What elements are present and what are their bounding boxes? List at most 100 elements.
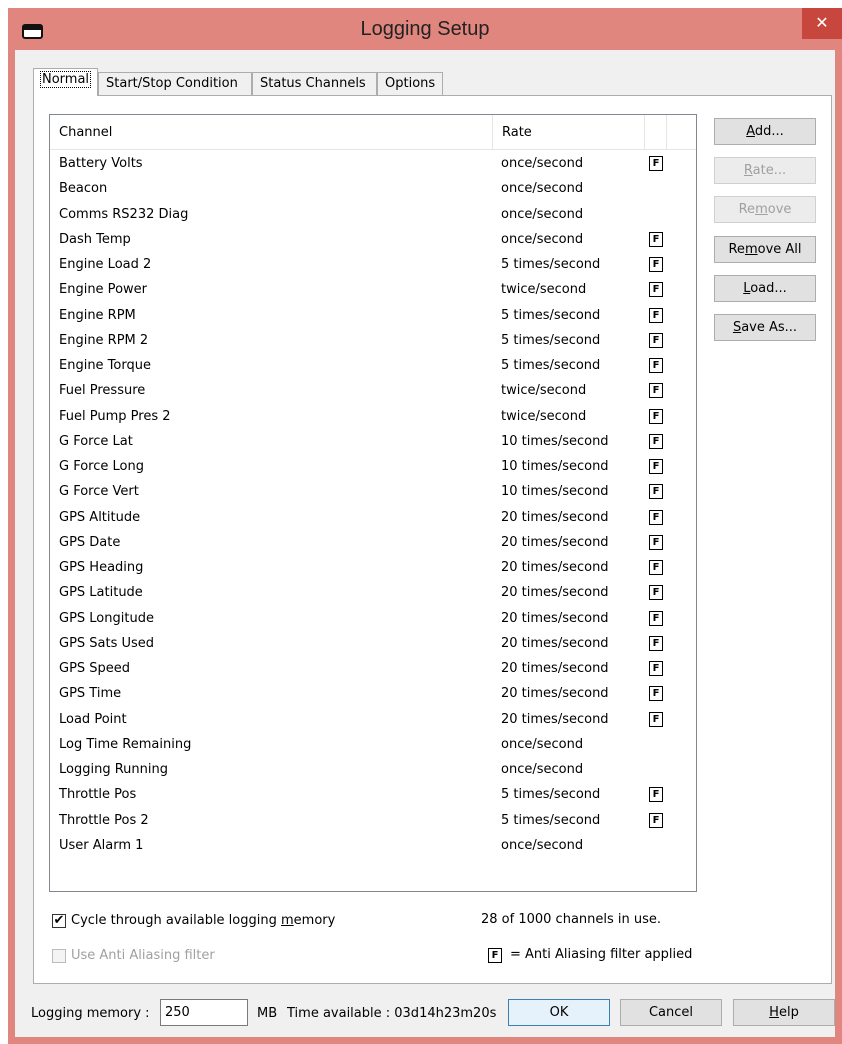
cancel-button[interactable]: Cancel <box>620 999 722 1026</box>
logging-memory-input[interactable]: 250 <box>160 999 248 1026</box>
list-item[interactable]: Throttle Pos 5 times/second F <box>50 782 696 807</box>
list-item[interactable]: GPS Time 20 times/second F <box>50 681 696 706</box>
ok-button[interactable]: OK <box>508 999 610 1026</box>
list-item[interactable]: GPS Latitude 20 times/second F <box>50 580 696 605</box>
list-item[interactable]: Engine Load 2 5 times/second F <box>50 252 696 277</box>
channel-rate: 20 times/second <box>501 686 609 702</box>
column-header-flag[interactable] <box>645 115 667 150</box>
filter-flag-icon: F <box>649 282 663 298</box>
channel-name: GPS Date <box>59 534 121 550</box>
memory-unit-label: MB <box>257 1006 278 1021</box>
tab-normal[interactable]: Normal <box>33 68 98 96</box>
column-header-rate[interactable]: Rate <box>493 115 645 150</box>
logging-memory-label: Logging memory : <box>31 1006 150 1021</box>
list-item[interactable]: Beacon once/second <box>50 176 696 201</box>
column-header-channel[interactable]: Channel <box>50 115 493 150</box>
filter-flag-icon: F <box>649 560 663 575</box>
filter-flag-icon: F <box>649 686 663 702</box>
channel-name: Engine RPM 2 <box>59 332 149 348</box>
channel-rate: 5 times/second <box>501 812 601 828</box>
channel-rate: 20 times/second <box>501 711 609 727</box>
filter-flag-icon: F <box>649 635 663 651</box>
channel-rate: 10 times/second <box>501 459 609 474</box>
list-item[interactable]: Engine RPM 2 5 times/second F <box>50 328 696 353</box>
remove-all-button[interactable]: Remove All <box>714 236 816 263</box>
list-item[interactable]: GPS Altitude 20 times/second F <box>50 505 696 530</box>
list-item[interactable]: Engine Power twice/second F <box>50 277 696 302</box>
list-item[interactable]: GPS Speed 20 times/second F <box>50 656 696 681</box>
channel-name: Battery Volts <box>59 156 143 171</box>
anti-aliasing-checkbox[interactable] <box>52 949 66 963</box>
list-item[interactable]: GPS Heading 20 times/second F <box>50 555 696 580</box>
list-item[interactable]: G Force Vert 10 times/second F <box>50 479 696 504</box>
channel-name: Throttle Pos <box>59 787 137 803</box>
filter-flag-icon: F <box>649 484 663 500</box>
filter-flag-icon: F <box>649 257 663 272</box>
filter-flag-icon: F <box>649 231 663 247</box>
list-item[interactable]: Fuel Pump Pres 2 twice/second F <box>50 404 696 429</box>
load-button[interactable]: Load... <box>714 275 816 302</box>
tab-options[interactable]: Options <box>377 72 443 95</box>
list-item[interactable]: User Alarm 1 once/second <box>50 833 696 858</box>
tab-panel-normal: Channel Rate Battery Volts once/second F Be… <box>33 95 832 984</box>
channel-name: Logging Running <box>59 762 168 777</box>
channel-rate: 20 times/second <box>501 610 609 626</box>
channel-name: GPS Longitude <box>59 610 154 626</box>
list-item[interactable]: Log Time Remaining once/second <box>50 732 696 757</box>
list-item[interactable]: GPS Sats Used 20 times/second F <box>50 631 696 656</box>
list-item[interactable]: G Force Long 10 times/second F <box>50 454 696 479</box>
list-item[interactable]: Fuel Pressure twice/second F <box>50 378 696 403</box>
filter-flag-icon: F <box>649 307 663 323</box>
list-item[interactable]: Engine Torque 5 times/second F <box>50 353 696 378</box>
filter-flag-icon: F <box>649 812 663 828</box>
channel-rate: 5 times/second <box>501 257 601 272</box>
list-item[interactable]: GPS Date 20 times/second F <box>50 530 696 555</box>
channels-in-use-text: 28 of 1000 channels in use. <box>481 912 662 927</box>
channel-name: User Alarm 1 <box>59 837 144 853</box>
list-item[interactable]: Dash Temp once/second F <box>50 227 696 252</box>
channel-name: Log Time Remaining <box>59 736 192 752</box>
list-item[interactable]: Comms RS232 Diag once/second <box>50 202 696 227</box>
filter-flag-icon: F <box>649 408 663 424</box>
remove-button[interactable]: Remove <box>714 196 816 223</box>
channel-name: Comms RS232 Diag <box>59 206 189 222</box>
list-item[interactable]: G Force Lat 10 times/second F <box>50 429 696 454</box>
anti-aliasing-label[interactable]: Use Anti Aliasing filter <box>71 948 215 963</box>
list-item[interactable]: Battery Volts once/second F <box>50 151 696 176</box>
channel-rate: 20 times/second <box>501 560 609 575</box>
channel-name: GPS Latitude <box>59 585 143 601</box>
cycle-memory-label[interactable]: Cycle through available logging memory <box>71 913 335 928</box>
cycle-memory-checkbox[interactable]: ✔ <box>52 914 66 928</box>
list-item[interactable]: GPS Longitude 20 times/second F <box>50 606 696 631</box>
channel-rate: 5 times/second <box>501 332 601 348</box>
list-item[interactable]: Load Point 20 times/second F <box>50 707 696 732</box>
channel-rate: 20 times/second <box>501 635 609 651</box>
filter-legend-text: = Anti Aliasing filter applied <box>510 947 693 962</box>
channel-name: Engine Torque <box>59 358 151 373</box>
help-button[interactable]: Help <box>733 999 835 1026</box>
channel-name: GPS Time <box>59 686 122 702</box>
channel-name: Fuel Pump Pres 2 <box>59 408 171 424</box>
list-rows: Battery Volts once/second F Beacon once/seco… <box>50 151 696 858</box>
channel-list[interactable]: Channel Rate Battery Volts once/second F Be… <box>49 114 697 892</box>
tab-status-channels[interactable]: Status Channels <box>252 72 377 95</box>
rate-button[interactable]: Rate... <box>714 157 816 184</box>
filter-flag-icon: F <box>649 383 663 399</box>
channel-rate: once/second <box>501 181 584 197</box>
title-bar[interactable]: Logging Setup ✕ <box>8 8 842 50</box>
close-button[interactable]: ✕ <box>802 8 842 39</box>
filter-flag-icon: F <box>649 358 663 373</box>
channel-rate: 20 times/second <box>501 585 609 601</box>
tab-start-stop-condition[interactable]: Start/Stop Condition <box>98 72 252 95</box>
save-as-button[interactable]: Save As... <box>714 314 816 341</box>
add-button[interactable]: Add... <box>714 118 816 145</box>
channel-name: G Force Lat <box>59 433 133 449</box>
channel-rate: twice/second <box>501 282 587 298</box>
list-item[interactable]: Engine RPM 5 times/second F <box>50 303 696 328</box>
list-item[interactable]: Throttle Pos 2 5 times/second F <box>50 808 696 833</box>
channel-rate: 5 times/second <box>501 787 601 803</box>
list-item[interactable]: Logging Running once/second <box>50 757 696 782</box>
filter-flag-icon: F <box>649 787 663 803</box>
filter-flag-icon: F <box>649 661 663 676</box>
channel-name: GPS Altitude <box>59 509 141 525</box>
